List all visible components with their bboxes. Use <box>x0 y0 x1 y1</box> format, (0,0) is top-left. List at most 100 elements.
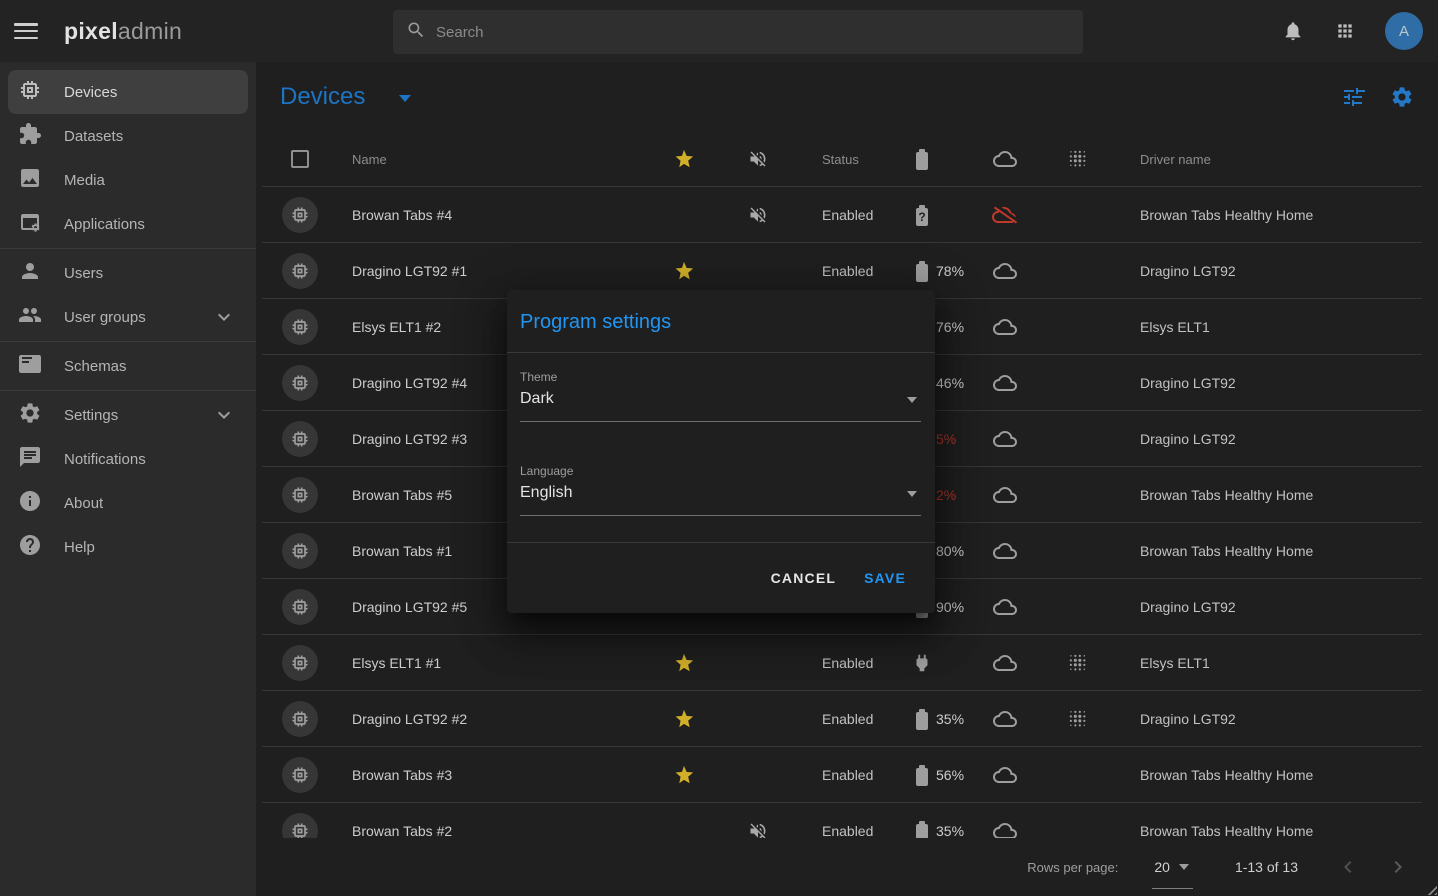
column-header-driver[interactable]: Driver name <box>1140 131 1211 187</box>
sidebar-divider <box>0 390 256 391</box>
previous-page-icon[interactable] <box>1336 855 1360 879</box>
cloud-icon <box>992 523 1018 579</box>
column-header-star-icon[interactable] <box>672 131 696 187</box>
battery-percent: 56% <box>936 747 964 803</box>
avatar-letter: A <box>1399 23 1409 40</box>
select-all-checkbox[interactable] <box>291 150 309 168</box>
star-icon[interactable] <box>672 635 696 691</box>
table-row[interactable]: Browan Tabs #4EnabledBrowan Tabs Healthy… <box>256 187 1438 243</box>
sidebar-item-datasets[interactable]: Datasets <box>8 114 248 158</box>
device-status: Enabled <box>822 187 873 243</box>
apps-grid-icon[interactable] <box>1333 19 1357 43</box>
driver-name: Browan Tabs Healthy Home <box>1140 523 1313 579</box>
grain-icon <box>1066 691 1090 747</box>
device-chip-icon <box>282 421 318 457</box>
battery-percent: 90% <box>936 579 964 635</box>
next-page-icon[interactable] <box>1386 855 1410 879</box>
driver-name: Dragino LGT92 <box>1140 355 1236 411</box>
device-chip-icon <box>282 813 318 838</box>
search-bar[interactable] <box>393 10 1083 54</box>
sidebar-item-media[interactable]: Media <box>8 158 248 202</box>
top-app-bar: pixeladmin A <box>0 0 1438 62</box>
star-icon[interactable] <box>672 747 696 803</box>
device-chip-icon <box>282 533 318 569</box>
battery-icon <box>916 712 928 730</box>
person-icon <box>18 259 42 288</box>
language-label: Language <box>520 464 921 478</box>
column-header-battery-icon[interactable] <box>916 152 928 170</box>
device-chip-icon <box>282 197 318 233</box>
menu-icon[interactable] <box>14 23 38 39</box>
page-size-select[interactable]: 20 <box>1152 857 1193 877</box>
page-title[interactable]: Devices <box>280 83 365 111</box>
sidebar-item-applications[interactable]: Applications <box>8 202 248 246</box>
dialog-title: Program settings <box>520 311 671 334</box>
cloud-icon <box>992 635 1018 691</box>
device-chip-icon <box>282 477 318 513</box>
app-window-gear-icon <box>18 210 42 239</box>
star-icon[interactable] <box>672 691 696 747</box>
cloud-icon <box>992 243 1018 299</box>
program-settings-dialog: Program settings Theme Dark Language Eng… <box>507 290 935 613</box>
device-status: Enabled <box>822 635 873 691</box>
gear-icon <box>18 401 42 430</box>
column-header-grain-icon[interactable] <box>1066 131 1090 187</box>
column-header-cloud-icon[interactable] <box>992 131 1018 187</box>
sidebar-item-label: Devices <box>64 84 117 101</box>
theme-field: Theme Dark <box>520 370 921 422</box>
sidebar-item-label: Media <box>64 172 105 189</box>
cancel-button[interactable]: CANCEL <box>771 570 837 586</box>
pagination-range: 1-13 of 13 <box>1235 859 1298 875</box>
avatar[interactable]: A <box>1385 12 1423 50</box>
sidebar-item-about[interactable]: About <box>8 481 248 525</box>
app-logo: pixeladmin <box>64 18 182 45</box>
search-icon <box>406 20 426 45</box>
sidebar-item-label: Datasets <box>64 128 123 145</box>
sidebar-item-schemas[interactable]: Schemas <box>8 344 248 388</box>
theme-select[interactable]: Dark <box>520 390 921 422</box>
image-icon <box>18 166 42 195</box>
gear-icon[interactable] <box>1390 85 1414 109</box>
column-header-volume-off-icon[interactable] <box>746 131 770 187</box>
column-header-status[interactable]: Status <box>822 131 859 187</box>
device-name: Dragino LGT92 #3 <box>352 411 467 467</box>
table-row[interactable]: Dragino LGT92 #2Enabled35%Dragino LGT92 <box>256 691 1438 747</box>
power-plug-icon <box>911 635 933 691</box>
column-header-name[interactable]: Name <box>352 131 387 187</box>
save-button[interactable]: SAVE <box>864 570 906 586</box>
sidebar-item-help[interactable]: Help <box>8 525 248 569</box>
driver-name: Dragino LGT92 <box>1140 691 1236 747</box>
table-row[interactable]: Elsys ELT1 #1EnabledElsys ELT1 <box>256 635 1438 691</box>
sidebar-item-label: Applications <box>64 216 145 233</box>
sidebar-divider <box>0 341 256 342</box>
grain-icon <box>1066 635 1090 691</box>
help-icon <box>18 533 42 562</box>
volume-off-icon <box>746 803 770 838</box>
device-chip-icon <box>282 253 318 289</box>
device-status: Enabled <box>822 747 873 803</box>
language-select[interactable]: English <box>520 484 921 516</box>
sidebar-item-settings[interactable]: Settings <box>8 393 248 437</box>
driver-name: Browan Tabs Healthy Home <box>1140 747 1313 803</box>
volume-off-icon <box>746 187 770 243</box>
tune-icon[interactable] <box>1341 85 1365 109</box>
chat-icon <box>18 445 42 474</box>
table-row[interactable]: Browan Tabs #3 Enabled 56% Browan Tabs Heal… <box>256 747 1438 803</box>
sidebar-item-devices[interactable]: Devices <box>8 70 248 114</box>
page-title-caret-icon[interactable] <box>399 95 411 102</box>
cloud-icon <box>992 355 1018 411</box>
device-name: Elsys ELT1 #2 <box>352 299 441 355</box>
sidebar-item-user-groups[interactable]: User groups <box>8 295 248 339</box>
driver-name: Dragino LGT92 <box>1140 579 1236 635</box>
sidebar-item-users[interactable]: Users <box>8 251 248 295</box>
device-status: Enabled <box>822 803 873 838</box>
battery-percent: 35% <box>936 803 964 838</box>
search-input[interactable] <box>436 24 1036 41</box>
sidebar-item-label: Users <box>64 265 103 282</box>
device-name: Browan Tabs #3 <box>352 747 452 803</box>
sidebar-item-notifications[interactable]: Notifications <box>8 437 248 481</box>
device-name: Dragino LGT92 #5 <box>352 579 467 635</box>
table-row[interactable]: Browan Tabs #2Enabled35%Browan Tabs Heal… <box>256 803 1438 838</box>
device-name: Dragino LGT92 #1 <box>352 243 467 299</box>
bell-icon[interactable] <box>1281 19 1305 43</box>
